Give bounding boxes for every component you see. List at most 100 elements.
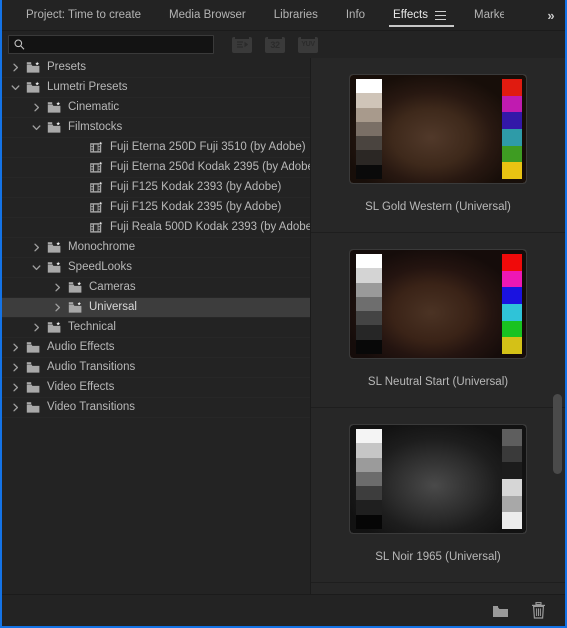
- tree-row[interactable]: SpeedLooks: [2, 258, 310, 278]
- search-field[interactable]: [8, 35, 214, 54]
- chevron-down-icon[interactable]: [10, 82, 21, 93]
- tree-row[interactable]: Fuji Reala 500D Kodak 2393 (by Adobe): [2, 218, 310, 238]
- tree-row-label: Fuji Reala 500D Kodak 2393 (by Adobe): [110, 220, 310, 233]
- tree-row-label: Audio Transitions: [47, 360, 136, 373]
- tree-row-label: Technical: [68, 320, 116, 333]
- tree-row[interactable]: Cameras: [2, 278, 310, 298]
- tree-row[interactable]: Video Transitions: [2, 398, 310, 418]
- chevron-right-icon[interactable]: [10, 402, 21, 413]
- search-input[interactable]: [25, 38, 213, 51]
- tab-project[interactable]: Project: Time to create: [12, 0, 155, 30]
- tree-row[interactable]: Audio Transitions: [2, 358, 310, 378]
- color-swatch: [502, 304, 522, 321]
- chevron-right-icon[interactable]: [10, 342, 21, 353]
- tab-effects[interactable]: Effects: [379, 0, 460, 30]
- gray-swatch: [356, 486, 382, 501]
- tree-row[interactable]: Video Effects: [2, 378, 310, 398]
- chevron-right-icon[interactable]: [10, 362, 21, 373]
- chevron-right-icon[interactable]: [10, 382, 21, 393]
- tree-row[interactable]: Universal: [2, 298, 310, 318]
- preset-caption: SL Gold Western (Universal): [365, 201, 511, 213]
- accelerated-effects-filter-button[interactable]: [232, 36, 252, 53]
- tree-row-label: Cameras: [89, 280, 136, 293]
- preset-file-icon: [89, 220, 104, 234]
- tab-label: Media Browser: [169, 9, 246, 21]
- gray-swatch: [356, 311, 382, 326]
- tree-row[interactable]: Audio Effects: [2, 338, 310, 358]
- chevron-right-icon[interactable]: [52, 302, 63, 313]
- search-toolbar: 32 YUV: [2, 31, 565, 58]
- preset-preview-cell[interactable]: SL Gold Western (Universal): [311, 58, 565, 233]
- chevron-right-icon[interactable]: [31, 242, 42, 253]
- tab-info[interactable]: Info: [332, 0, 379, 30]
- chevron-right-icon[interactable]: [31, 102, 42, 113]
- panel-menu-icon[interactable]: [435, 10, 446, 20]
- plain-folder-icon: [26, 381, 41, 394]
- preset-thumbnail[interactable]: [350, 75, 526, 183]
- chevron-down-icon[interactable]: [31, 262, 42, 273]
- tree-row[interactable]: Monochrome: [2, 238, 310, 258]
- active-tab-underline: [389, 25, 454, 27]
- tab-media-browser[interactable]: Media Browser: [155, 0, 260, 30]
- effects-footer-toolbar: [2, 594, 565, 626]
- preset-thumbnail[interactable]: [350, 250, 526, 358]
- preset-preview-list[interactable]: SL Gold Western (Universal) SL Neutral St…: [310, 58, 565, 594]
- preset-caption: SL Noir 1965 (Universal): [375, 551, 501, 563]
- color-swatch: [502, 495, 522, 513]
- gray-swatch: [356, 164, 382, 179]
- tree-row-label: Lumetri Presets: [47, 80, 128, 93]
- yuv-color-filter-button[interactable]: YUV: [298, 36, 318, 53]
- gray-swatch: [356, 254, 382, 269]
- trash-icon: [531, 602, 545, 619]
- gray-swatch: [356, 121, 382, 137]
- tab-label: Effects: [393, 9, 428, 21]
- icon-notch: [268, 36, 282, 39]
- tab-label: Libraries: [273, 9, 318, 21]
- accelerated-effect-icon: [236, 41, 248, 48]
- preview-scrollbar-thumb[interactable]: [553, 394, 562, 474]
- tree-row[interactable]: Lumetri Presets: [2, 78, 310, 98]
- preset-file-icon: [89, 200, 104, 214]
- gray-swatch: [356, 79, 382, 94]
- chevron-right-icon[interactable]: [52, 282, 63, 293]
- preset-thumbnail[interactable]: [350, 425, 526, 533]
- preset-preview-cell[interactable]: SL Noir 1965 (Universal): [311, 408, 565, 583]
- preset-preview-cell[interactable]: SL Neutral Start (Universal): [311, 233, 565, 408]
- gray-swatch: [356, 136, 382, 151]
- tab-markers[interactable]: Marke: [460, 0, 504, 30]
- preset-folder-icon: [68, 300, 83, 314]
- tree-row[interactable]: Fuji Eterna 250d Kodak 2395 (by Adobe): [2, 158, 310, 178]
- thumbnail-color-bars: [502, 79, 522, 180]
- chevron-down-icon[interactable]: [31, 122, 42, 133]
- tree-row[interactable]: Presets: [2, 58, 310, 78]
- color-swatch: [502, 95, 522, 113]
- chevron-right-icon[interactable]: [10, 62, 21, 73]
- gray-swatch: [356, 339, 382, 354]
- tab-libraries[interactable]: Libraries: [260, 0, 332, 30]
- tree-row-label: Monochrome: [68, 240, 136, 253]
- preview-scrollbar-track[interactable]: [553, 60, 562, 592]
- 32-bit-color-filter-button[interactable]: 32: [265, 36, 285, 53]
- effects-tree[interactable]: Presets Lumetri Presets Cinematic Filmstock…: [2, 58, 310, 594]
- color-swatch: [502, 162, 522, 180]
- thumbnail-color-bars: [502, 254, 522, 355]
- color-swatch: [502, 337, 522, 355]
- thumbnail-grayscale-ramp: [356, 429, 382, 529]
- preset-caption: SL Neutral Start (Universal): [367, 376, 509, 388]
- new-custom-bin-button[interactable]: [491, 602, 509, 620]
- tree-row[interactable]: Cinematic: [2, 98, 310, 118]
- color-swatch: [502, 462, 522, 480]
- color-swatch: [502, 512, 522, 530]
- tree-row[interactable]: Fuji F125 Kodak 2395 (by Adobe): [2, 198, 310, 218]
- chevron-right-icon[interactable]: [31, 322, 42, 333]
- delete-custom-item-button[interactable]: [529, 602, 547, 620]
- tree-row[interactable]: Filmstocks: [2, 118, 310, 138]
- tab-overflow-icon[interactable]: »: [537, 0, 565, 30]
- tree-row[interactable]: Technical: [2, 318, 310, 338]
- tree-row[interactable]: Fuji F125 Kodak 2393 (by Adobe): [2, 178, 310, 198]
- tree-row[interactable]: Fuji Eterna 250D Fuji 3510 (by Adobe): [2, 138, 310, 158]
- color-swatch: [502, 320, 522, 338]
